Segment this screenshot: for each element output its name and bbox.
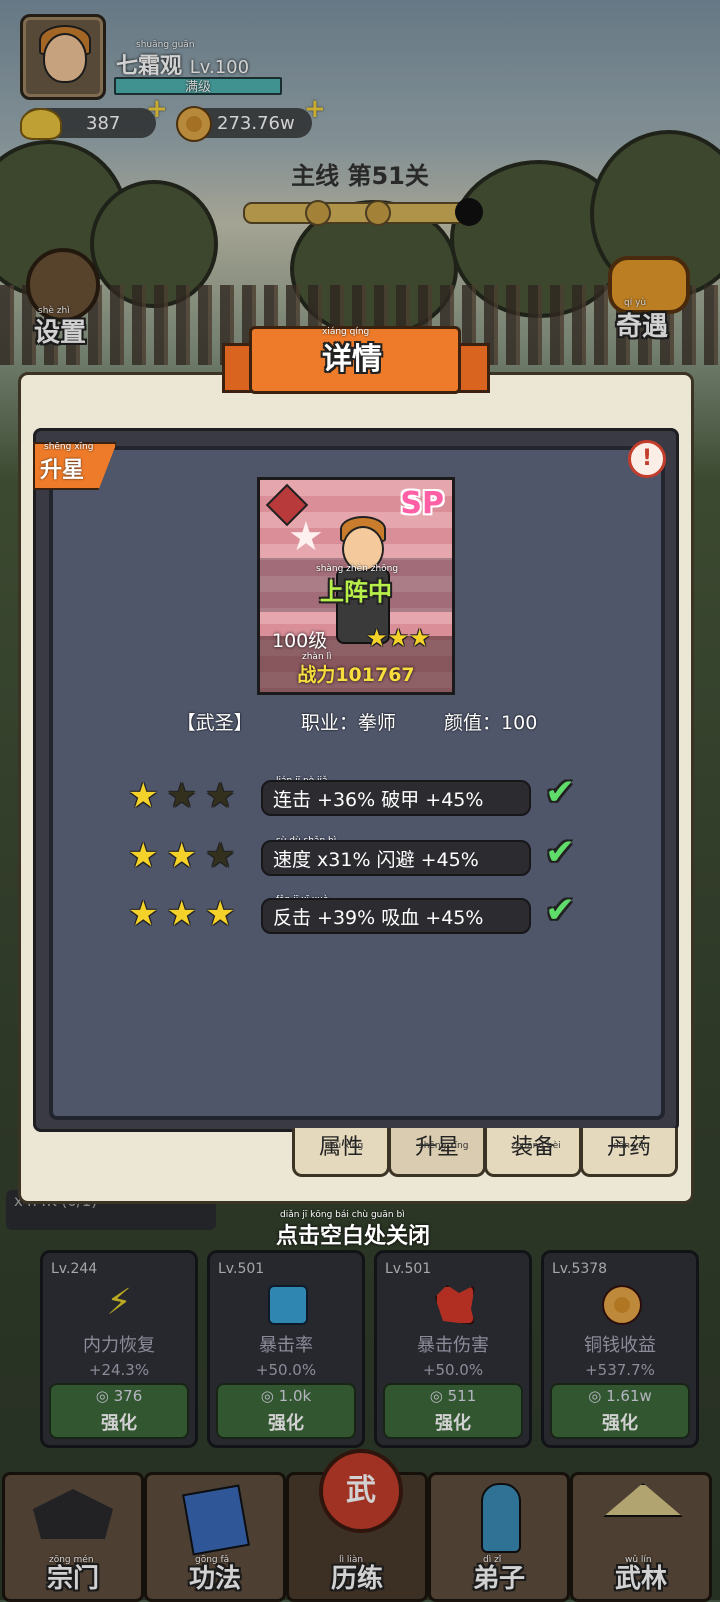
star-icon: ★ (128, 776, 167, 816)
star-bonus-text: 速度 x31% 闪避 +45% (261, 840, 531, 876)
star-empty-icon: ★ (204, 776, 244, 816)
tab-elixir[interactable]: dān yào 丹药 (580, 1128, 678, 1177)
star-icon: ★ (387, 624, 410, 652)
star-icon: ★ (128, 836, 167, 876)
star-icon: ★ (409, 624, 431, 652)
row-stars: ★★★ (128, 836, 243, 876)
character-level: 100级 (272, 630, 328, 652)
row-stars: ★★★ (128, 894, 243, 934)
tab-attributes[interactable]: shǔ xìng 属性 (292, 1128, 390, 1177)
character-title: 【武圣】 (176, 712, 253, 734)
tab-ruby: shǔ xìng (325, 1141, 364, 1151)
star-empty-icon: ★ (166, 776, 205, 816)
character-job: 职业：拳师 (300, 712, 396, 734)
star-icon: ★ (366, 624, 388, 652)
upgrade-star-tag-label: 升星 (40, 458, 85, 483)
star-empty-icon: ★ (204, 836, 244, 876)
character-meta: 【武圣】 职业：拳师 颜值：100 (49, 708, 665, 735)
tab-ruby: dān yào (613, 1141, 650, 1151)
check-icon: ✔ (545, 832, 576, 873)
star-icon: ★ (166, 894, 205, 934)
tab-ruby: shēng xīng (419, 1141, 469, 1151)
check-icon: ✔ (545, 890, 576, 931)
star-bonus-text: 反击 +39% 吸血 +45% (261, 898, 531, 934)
rarity-badge: SP (400, 486, 444, 521)
tag-ruby: shēng xīng (44, 442, 94, 452)
close-hint[interactable]: 点击空白处关闭 (0, 1218, 706, 1250)
character-charm: 颜值：100 (444, 712, 538, 734)
tab-ruby: zhuāng bèi (511, 1141, 561, 1151)
card-stars: ★★★ (366, 624, 431, 652)
tab-upgrade-star[interactable]: shēng xīng 升星 (388, 1128, 486, 1177)
check-icon: ✔ (545, 772, 576, 813)
row-stars: ★★★ (128, 776, 243, 816)
star-icon: ★ (128, 894, 167, 934)
star-bonus-text: 连击 +36% 破甲 +45% (261, 780, 531, 816)
info-icon[interactable]: ! (628, 440, 666, 478)
modal-title: 详情 (322, 342, 382, 377)
star-icon: ★ (204, 894, 244, 934)
star-decoration-icon: ★ (288, 514, 324, 560)
tab-equipment[interactable]: zhuāng bèi 装备 (484, 1128, 582, 1177)
star-icon: ★ (166, 836, 205, 876)
deployed-status: 上阵中 (320, 578, 392, 606)
combat-power: 战力101767 (297, 664, 415, 686)
character-card[interactable]: SP ★ shàng zhèn zhōng 上阵中 100级 ★★★ zhàn … (257, 477, 455, 695)
